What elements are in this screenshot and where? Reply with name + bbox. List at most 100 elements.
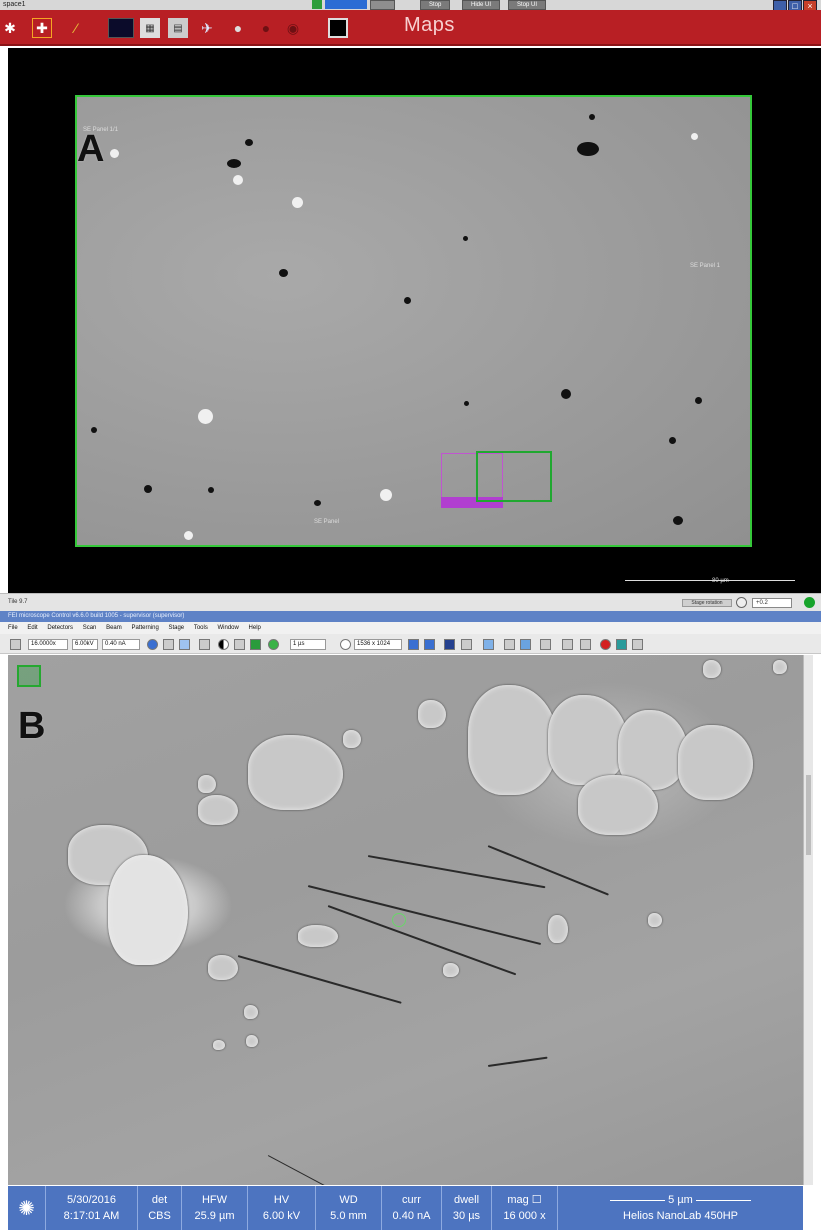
tile-label: SE Panel: [314, 519, 340, 525]
monitor-icon[interactable]: [108, 18, 134, 38]
voltage-field[interactable]: 6.00kV: [72, 639, 98, 650]
dwell-time-field[interactable]: 1 µs: [290, 639, 326, 650]
satellite-icon[interactable]: ✈: [197, 18, 217, 38]
curr-value: 0.40 nA: [392, 1210, 431, 1222]
reduced-area-icon[interactable]: [483, 639, 494, 650]
particle: [246, 1035, 258, 1047]
menu-file[interactable]: File: [8, 622, 18, 634]
measure-icon[interactable]: [179, 639, 190, 650]
maps-statusbar: Tile 9.7 Stage rotation +0.2: [0, 593, 821, 611]
dwell-label: dwell: [453, 1194, 480, 1206]
particle: [463, 236, 468, 241]
hfw-value: 25.9 µm: [194, 1210, 235, 1222]
particle: [244, 1005, 258, 1019]
app-title: Maps: [404, 14, 455, 36]
particle-cluster: [578, 775, 658, 835]
beam-shift-icon[interactable]: [562, 639, 573, 650]
particle: [208, 955, 238, 980]
contrast-icon[interactable]: [218, 639, 229, 650]
menu-scan[interactable]: Scan: [83, 622, 97, 634]
scan-icon[interactable]: [424, 639, 435, 650]
move-tool-icon[interactable]: ✚: [32, 18, 52, 38]
rotation-dial-icon[interactable]: [736, 597, 747, 608]
sem-live-image[interactable]: B: [8, 655, 803, 1185]
current-field[interactable]: 0.40 nA: [102, 639, 140, 650]
gear-icon[interactable]: [10, 639, 21, 650]
clock-icon[interactable]: [340, 639, 351, 650]
vertical-scrollbar[interactable]: [803, 655, 813, 1185]
particle: [314, 500, 321, 506]
hide-ui-button[interactable]: Hide UI: [462, 0, 501, 10]
scrollbar-thumb[interactable]: [806, 775, 811, 855]
crack: [267, 1155, 375, 1185]
crosshair-icon[interactable]: [163, 639, 174, 650]
particle: [673, 516, 683, 525]
particle: [418, 700, 446, 728]
beam-icon[interactable]: [147, 639, 158, 650]
sem-map-image[interactable]: SE Panel 1/1 SE Panel 1 SE Panel: [75, 95, 752, 547]
pencil-icon[interactable]: ⁄: [66, 18, 86, 38]
blank-top-button[interactable]: [370, 0, 395, 10]
list-icon[interactable]: [540, 639, 551, 650]
menu-window[interactable]: Window: [218, 622, 239, 634]
globe-icon[interactable]: [268, 639, 279, 650]
dwell-cell: dwell 30 µs: [442, 1186, 492, 1230]
particle: [648, 913, 662, 927]
hfw-cell: HFW 25.9 µm: [182, 1186, 248, 1230]
mag-value: 16 000 x: [503, 1210, 546, 1222]
particle: [198, 409, 213, 424]
panel-label-a: A: [77, 128, 105, 170]
particle: [298, 925, 338, 947]
particle-cluster: [548, 695, 628, 785]
menu-beam[interactable]: Beam: [106, 622, 122, 634]
menu-help[interactable]: Help: [249, 622, 261, 634]
record-icon[interactable]: [600, 639, 611, 650]
menu-detectors[interactable]: Detectors: [47, 622, 73, 634]
crack: [487, 1056, 548, 1067]
display-icon[interactable]: [328, 18, 348, 38]
image-tile-icon[interactable]: ▤: [168, 18, 188, 38]
stop-record-icon[interactable]: ◉: [283, 18, 303, 38]
grid-icon[interactable]: ▦: [140, 18, 160, 38]
stage-icon[interactable]: [580, 639, 591, 650]
maps-window-title: space1: [3, 1, 26, 8]
crack: [367, 855, 546, 889]
integrate-icon[interactable]: [520, 639, 531, 650]
video-icon[interactable]: [250, 639, 261, 650]
person-icon[interactable]: [616, 639, 627, 650]
particle: [198, 775, 216, 793]
settings-icon[interactable]: [632, 639, 643, 650]
detector-icon[interactable]: [199, 639, 210, 650]
particle-cluster: [108, 855, 188, 965]
camera-icon[interactable]: ●: [228, 18, 248, 38]
rotation-value-input[interactable]: +0.2: [752, 598, 792, 608]
grid-icon[interactable]: [234, 639, 245, 650]
frame-icon[interactable]: [504, 639, 515, 650]
overview-icon[interactable]: [17, 665, 41, 687]
resolution-field[interactable]: 1536 x 1024: [354, 639, 402, 650]
pause-icon[interactable]: [444, 639, 455, 650]
particle-cluster: [468, 685, 558, 795]
filter-icon[interactable]: [408, 639, 419, 650]
menu-stage[interactable]: Stage: [168, 622, 184, 634]
scale-bar: [625, 580, 795, 581]
network-icon[interactable]: ✱: [0, 18, 20, 38]
stop-ui-button[interactable]: Stop UI: [508, 0, 547, 10]
menu-tools[interactable]: Tools: [194, 622, 208, 634]
particle: [91, 427, 97, 433]
panel-label-b: B: [18, 705, 46, 747]
beam-position-marker: [392, 913, 406, 927]
detector-cell: det CBS: [138, 1186, 182, 1230]
magnification-field[interactable]: 16.0000x: [28, 639, 68, 650]
particle: [669, 437, 676, 444]
snapshot-icon[interactable]: [461, 639, 472, 650]
particle: [292, 197, 303, 208]
stop-button[interactable]: Stop: [420, 0, 451, 10]
record-icon[interactable]: ●: [256, 18, 276, 38]
hfw-label: HFW: [201, 1194, 228, 1206]
menu-patterning[interactable]: Patterning: [131, 622, 158, 634]
region-of-interest-green[interactable]: [476, 451, 552, 502]
menu-edit[interactable]: Edit: [27, 622, 37, 634]
particle: [561, 389, 571, 399]
menu-bar: File Edit Detectors Scan Beam Patterning…: [0, 622, 821, 634]
